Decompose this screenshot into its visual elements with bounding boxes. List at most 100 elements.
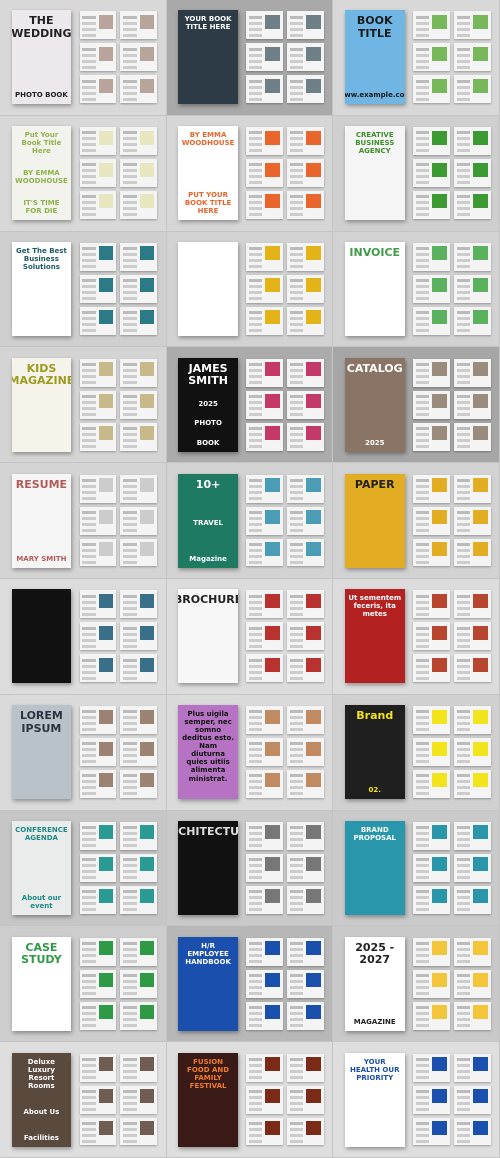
template-thumbnail[interactable]: BOOK TITLE www.example.com [333,0,500,116]
page-thumbnail [120,1053,158,1082]
template-thumbnail[interactable]: 2025 - 2027 MAGAZINE [333,926,500,1043]
page-thumbnail [246,1085,284,1114]
page-thumbnail [287,590,325,619]
template-thumbnail[interactable]: JAMES SMITH 2025 PHOTO BOOK [166,347,334,464]
page-thumbnail [412,506,450,535]
cover-text: PHOTO [194,419,222,428]
page-thumbnail [79,937,117,966]
page-thumbnail [79,854,117,882]
template-thumbnail[interactable]: PAPER [333,463,500,579]
template-thumbnail[interactable]: Ut sementem feceris, ita metes [333,579,500,695]
page-thumbnail [287,275,325,303]
template-thumbnail[interactable]: KIDS MAGAZINE [0,347,167,464]
cover-text: PUT YOUR BOOK TITLE HERE [184,191,232,216]
page-thumbnail [453,590,491,619]
page-thumbnail [412,770,450,799]
page-thumbnail [120,75,158,104]
page-thumbnail [120,306,158,335]
page-thumbnail [246,654,284,683]
page-thumbnail [287,1001,325,1030]
page-thumbnail [287,191,325,220]
page-thumbnail [453,885,491,914]
page-thumbnail [453,358,491,387]
page-thumbnail [246,738,284,767]
cover-text: 02. [368,786,381,795]
page-thumbnail [79,885,117,914]
page-thumbnail [79,474,117,503]
page-thumbnail [453,822,491,850]
page-thumbnail [246,706,284,735]
template-thumbnail[interactable]: ARCHITECTURE [166,810,334,927]
page-spreads [79,937,158,1030]
page-spreads [412,474,491,567]
page-thumbnail [287,306,325,335]
template-thumbnail[interactable]: FUSION FOOD AND FAMILY FESTIVAL [166,1042,334,1158]
cover-text: CONFERENCE AGENDA [15,825,68,842]
page-thumbnail [412,11,450,40]
page-thumbnail [287,75,325,104]
template-thumbnail[interactable]: Get The Best Business Solutions [0,231,167,348]
cover-text: KIDS MAGAZINE [11,361,72,388]
template-thumbnail[interactable]: YOUR BOOK TITLE HERE [166,0,334,116]
template-thumbnail[interactable]: YOUR HEALTH OUR PRIORITY [333,1042,500,1158]
cover-preview: FUSION FOOD AND FAMILY FESTIVAL [178,1052,238,1147]
page-thumbnail [453,937,491,966]
page-thumbnail [287,1117,325,1146]
page-thumbnail [412,422,450,451]
template-thumbnail[interactable]: LOREM IPSUM [0,694,167,811]
page-spreads [246,243,325,335]
page-thumbnail [246,822,284,850]
page-thumbnail [453,738,491,767]
template-thumbnail[interactable]: CREATIVE BUSINESS AGENCY [333,115,500,232]
template-thumbnail[interactable]: H/R EMPLOYEE HANDBOOK [166,926,334,1043]
template-thumbnail[interactable]: BY EMMA WOODHOUSE PUT YOUR BOOK TITLE HER… [166,115,334,232]
template-thumbnail[interactable]: RESUME MARY SMITH [0,463,167,579]
page-thumbnail [120,422,158,451]
cover-text: MAGAZINE [353,1017,396,1026]
template-thumbnail[interactable]: BRAND PROPOSAL [333,810,500,927]
cover-text: BOOK TITLE [356,14,393,40]
page-thumbnail [412,969,450,998]
page-thumbnail [287,159,325,188]
page-thumbnail [120,937,158,966]
template-thumbnail[interactable]: Deluxe Luxury Resort Rooms About Us Facili… [0,1042,167,1158]
page-thumbnail [120,885,158,914]
page-spreads [79,822,158,914]
page-thumbnail [412,243,450,271]
page-thumbnail [79,969,117,998]
page-thumbnail [287,937,325,966]
template-thumbnail[interactable]: Put Your Book Title Here BY EMMA WOODHOUS… [0,115,167,232]
page-thumbnail [412,538,450,567]
template-thumbnail[interactable] [0,579,167,695]
page-thumbnail [120,622,158,651]
page-thumbnail [246,127,284,156]
cover-text: FUSION FOOD AND FAMILY FESTIVAL [187,1057,230,1090]
template-thumbnail[interactable]: BROCHURE [166,579,334,695]
cover-text: Get The Best Business Solutions [15,246,67,272]
template-thumbnail[interactable]: CATALOG 2025 [333,347,500,464]
page-thumbnail [287,11,325,40]
template-thumbnail[interactable]: 10+ TRAVEL Magazine [166,463,334,579]
template-thumbnail[interactable]: Plus uigila semper, nec somno deditus es… [166,694,334,811]
page-thumbnail [79,770,117,799]
cover-text: Facilities [23,1133,59,1142]
cover-preview: CREATIVE BUSINESS AGENCY [344,126,405,221]
cover-text: Plus uigila semper, nec somno deditus es… [182,710,234,783]
cover-text: BROCHURE [178,593,238,607]
template-thumbnail[interactable]: Brand 02. [333,694,500,811]
page-spreads [246,822,325,914]
cover-preview: ARCHITECTURE [178,820,238,916]
page-thumbnail [287,422,325,451]
page-spreads [412,358,491,451]
cover-text: BY EMMA WOODHOUSE [181,131,235,148]
page-thumbnail [453,159,491,188]
page-thumbnail [246,854,284,882]
template-thumbnail[interactable]: INVOICE [333,231,500,348]
template-thumbnail[interactable] [166,231,334,348]
template-thumbnail[interactable]: CONFERENCE AGENDA About our event [0,810,167,927]
page-spreads [412,590,491,683]
template-thumbnail[interactable]: CASE STUDY [0,926,167,1043]
page-thumbnail [79,191,117,220]
cover-text: JAMES SMITH [188,361,228,388]
template-thumbnail[interactable]: THE WEDDING PHOTO BOOK [0,0,167,116]
